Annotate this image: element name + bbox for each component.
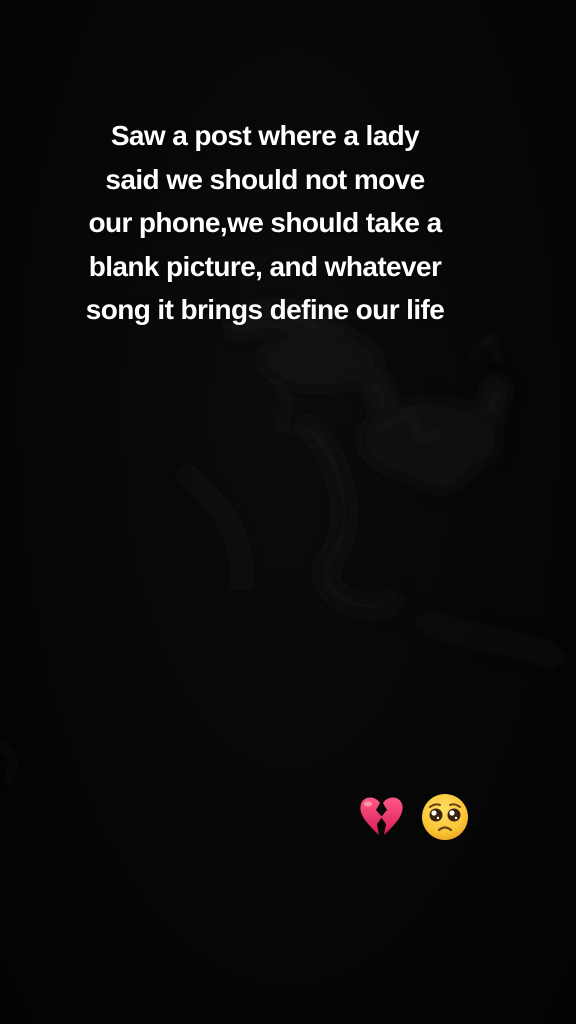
emoji-row <box>356 792 476 844</box>
caption-line: our phone,we should take a <box>88 207 442 238</box>
caption-line: Saw a post where a lady <box>110 120 420 151</box>
pleading-face-icon <box>422 794 468 840</box>
caption-text: Saw a post where a lady said we should n… <box>40 114 490 332</box>
broken-heart-icon <box>360 797 403 835</box>
caption-line: said we should not move <box>105 163 425 195</box>
photo-screen: Saw a post where a lady said we should n… <box>0 0 576 1024</box>
caption-line: blank picture, and whatever <box>88 250 442 282</box>
caption-line: song it brings define our life <box>85 294 445 325</box>
